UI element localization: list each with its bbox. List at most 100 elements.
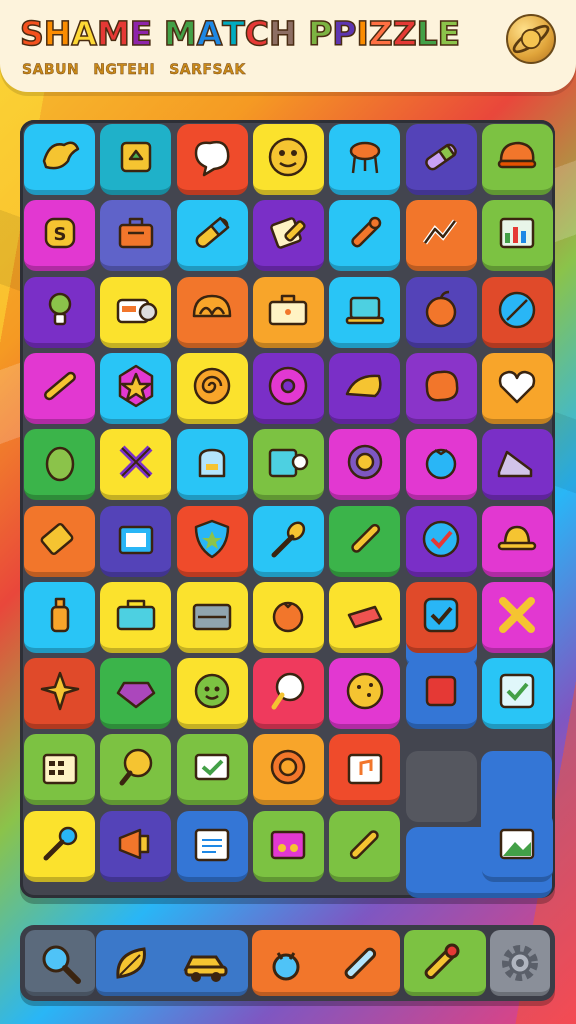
- gear-button[interactable]: [490, 933, 550, 993]
- tile-shoe[interactable]: [481, 429, 553, 501]
- tile-heart-bubble[interactable]: [176, 124, 248, 195]
- tile-brush[interactable]: [329, 505, 401, 577]
- tile-toolbox[interactable]: [100, 581, 172, 653]
- tile-cookie[interactable]: [329, 658, 401, 730]
- leaf-icon: [116, 947, 146, 979]
- check-box-icon: [423, 597, 459, 633]
- tile-tv[interactable]: [100, 505, 172, 577]
- bug-button[interactable]: [256, 933, 316, 993]
- tile-star-gem[interactable]: [100, 352, 172, 424]
- tile-donut[interactable]: [252, 352, 324, 424]
- gear-face-icon: [194, 673, 230, 709]
- tile-camera[interactable]: [100, 276, 172, 348]
- tile-wand[interactable]: [329, 200, 401, 272]
- tile-megaphone[interactable]: [100, 810, 172, 882]
- tile-check-box[interactable]: [405, 581, 477, 653]
- tile-blob[interactable]: [405, 352, 477, 424]
- tile-bottle[interactable]: [24, 581, 95, 653]
- camera-icon: [116, 298, 158, 323]
- title-letter: M: [163, 13, 197, 54]
- tile-pen[interactable]: [24, 352, 95, 424]
- cross-icon: [499, 596, 536, 633]
- tile-bubble[interactable]: [252, 658, 324, 730]
- tile-laptop[interactable]: [329, 276, 401, 348]
- car-button[interactable]: [176, 933, 236, 993]
- pen-icon: [43, 371, 76, 401]
- tile-star[interactable]: [24, 658, 95, 730]
- tile-gem[interactable]: [100, 658, 172, 730]
- tile-eraser[interactable]: [329, 581, 401, 653]
- bug-icon: [272, 952, 300, 981]
- paintbrush-button[interactable]: [410, 933, 470, 993]
- tile-hat[interactable]: [481, 505, 553, 577]
- magnifier-button[interactable]: [30, 933, 90, 993]
- tile-spiral[interactable]: [176, 352, 248, 424]
- tile-basket[interactable]: [176, 581, 248, 653]
- tile-music-card[interactable]: [329, 734, 401, 806]
- game-subtitle: SABUN NGTEHI SARFSAK: [22, 62, 246, 78]
- game-title: SHAME MATCH PPIZZLE: [19, 13, 461, 54]
- tile-pencil[interactable]: [405, 124, 477, 195]
- tile-syringe[interactable]: [329, 810, 401, 882]
- basket-icon: [192, 603, 232, 631]
- title-letter: M: [96, 13, 130, 54]
- tile-helmet[interactable]: [481, 124, 553, 195]
- tile-check-circle[interactable]: [405, 505, 477, 577]
- calc-icon: [42, 754, 77, 785]
- egg-icon: [45, 446, 74, 482]
- heart-icon: [499, 370, 536, 404]
- tile-case[interactable]: [252, 276, 324, 348]
- tile-bulb[interactable]: [24, 276, 95, 348]
- tile-spoon[interactable]: [252, 505, 324, 577]
- tile-chart[interactable]: [405, 200, 477, 272]
- tile-bar-chart[interactable]: [481, 200, 553, 272]
- tile-cross-tools[interactable]: [100, 429, 172, 501]
- tile-sun-gear[interactable]: [252, 734, 324, 806]
- tile-mic[interactable]: [24, 810, 95, 882]
- title-letter: H: [268, 13, 297, 54]
- cheese-icon: [345, 374, 382, 398]
- tile-berry[interactable]: [405, 429, 477, 501]
- tile-mirror[interactable]: [100, 734, 172, 806]
- tile-cheese[interactable]: [329, 352, 401, 424]
- title-letter: [152, 14, 164, 53]
- tile-tomato[interactable]: [252, 581, 324, 653]
- tomato-icon: [273, 601, 304, 633]
- tile-shield[interactable]: [176, 505, 248, 577]
- tile-stamp[interactable]: [24, 505, 95, 577]
- syringe-icon: [349, 829, 379, 859]
- tile-briefcase[interactable]: [100, 200, 172, 272]
- leaf-button[interactable]: [102, 933, 162, 993]
- tile-cube[interactable]: [100, 124, 172, 195]
- tile-stool[interactable]: [329, 124, 401, 195]
- tile-target[interactable]: [329, 429, 401, 501]
- tile-bird[interactable]: [24, 124, 95, 195]
- tile-tag-card[interactable]: [252, 429, 324, 501]
- tile-cross[interactable]: [481, 581, 553, 653]
- tile-face[interactable]: [252, 124, 324, 195]
- tile-marker[interactable]: [176, 200, 248, 272]
- tile-shell[interactable]: [176, 276, 248, 348]
- tile-heart[interactable]: [481, 352, 553, 424]
- title-letter: P: [332, 13, 358, 54]
- tile-notepad[interactable]: [176, 810, 248, 882]
- tile-compass[interactable]: [481, 276, 553, 348]
- tile-apple[interactable]: [405, 276, 477, 348]
- tile-radio[interactable]: [252, 810, 324, 882]
- tile-kettle[interactable]: [176, 429, 248, 501]
- pencil-button[interactable]: [330, 933, 390, 993]
- tile-calc[interactable]: [24, 734, 95, 806]
- tile-check-board[interactable]: [481, 658, 553, 730]
- tile-square[interactable]: [405, 658, 477, 730]
- bar-chart-icon: [500, 218, 535, 249]
- tile-picture[interactable]: [481, 810, 553, 882]
- tile-coin[interactable]: S: [24, 200, 95, 272]
- tile-note-pencil[interactable]: [252, 200, 324, 272]
- tile-egg[interactable]: [24, 429, 95, 501]
- planet-icon[interactable]: [506, 14, 556, 64]
- check-card-icon: [194, 754, 230, 781]
- tile-check-card[interactable]: [176, 734, 248, 806]
- target-icon: [347, 444, 382, 480]
- header-panel: SHAME MATCH PPIZZLE SABUN NGTEHI SARFSAK: [0, 0, 576, 92]
- tile-gear-face[interactable]: [176, 658, 248, 730]
